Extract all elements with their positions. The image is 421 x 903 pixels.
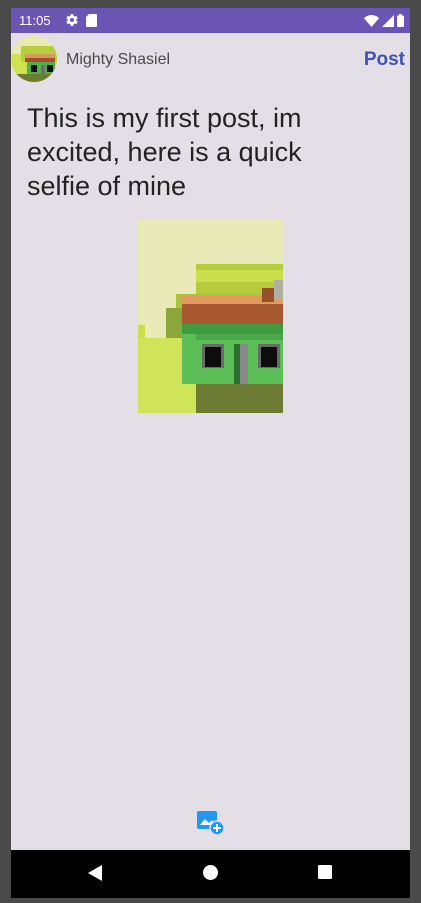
post-text[interactable]: This is my first post, im excited, here … [27,101,357,203]
screen: 11:05 Mighty Shasiel Post This is my fir… [11,8,410,898]
navigation-bar [11,850,410,898]
status-bar: 11:05 [11,8,410,33]
add-photo-icon[interactable] [197,810,225,836]
sd-card-icon [86,14,97,27]
avatar-image [11,36,57,82]
status-time: 11:05 [19,13,51,28]
status-icons [364,13,404,28]
home-icon[interactable] [202,864,219,881]
wifi-icon [364,14,379,27]
recents-icon[interactable] [317,864,333,880]
device-frame: 11:05 Mighty Shasiel Post This is my fir… [0,0,421,903]
battery-icon [397,14,404,27]
selfie-image [138,220,283,413]
username: Mighty Shasiel [66,51,171,68]
avatar[interactable] [11,36,57,82]
gear-icon [66,14,78,26]
signal-icon [382,14,394,27]
post-button[interactable]: Post [364,49,405,71]
post-header: Mighty Shasiel Post [11,33,410,93]
back-icon[interactable] [87,864,103,882]
